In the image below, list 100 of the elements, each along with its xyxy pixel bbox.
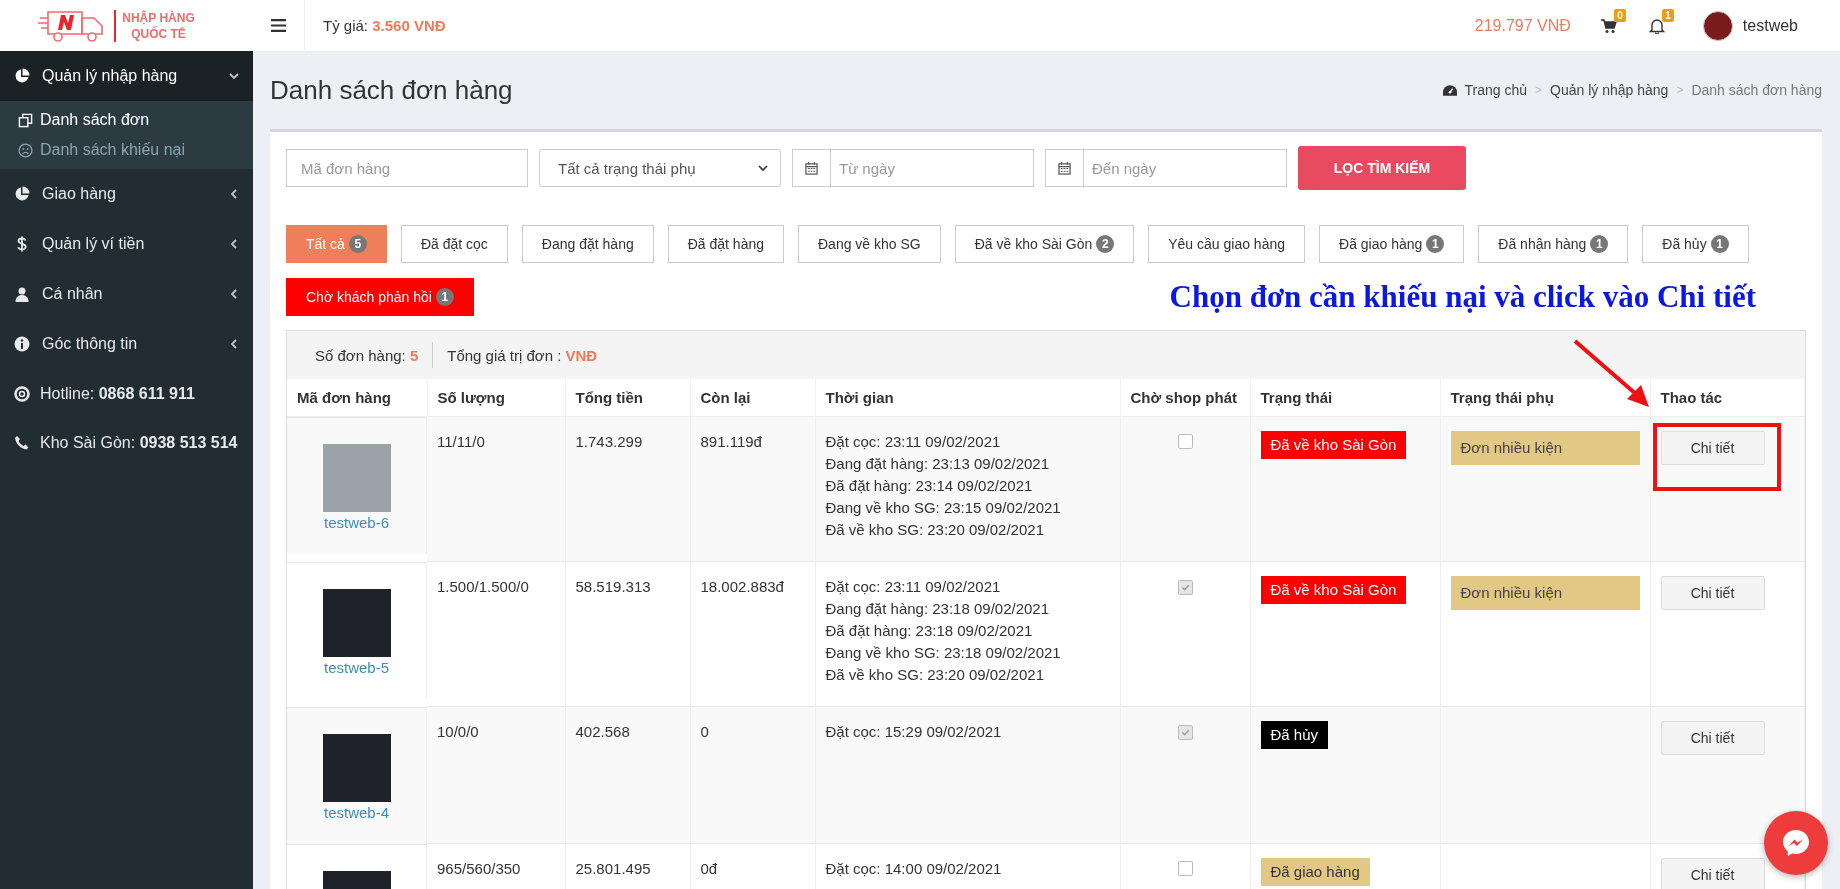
- contact-text: Kho Sài Gòn: 0938 513 514: [40, 433, 238, 452]
- sidebar-menu-item[interactable]: Quản lý ví tiền: [0, 219, 253, 269]
- status-label: Đã về kho Sài Gòn: [1260, 431, 1407, 459]
- date-field[interactable]: Từ ngày: [830, 149, 1034, 187]
- status-filter-tab[interactable]: Đã về kho Sài Gòn 2: [954, 225, 1135, 263]
- timeline-entry: Đặt cọc: 15:29 09/02/2021: [825, 722, 1003, 742]
- copy-icon: [18, 112, 33, 128]
- dashboard-icon: [1442, 84, 1457, 96]
- breadcrumb-link[interactable]: Quản lý nhập hàng: [1550, 82, 1669, 98]
- breadcrumb-separator: >: [1535, 83, 1543, 97]
- sidebar-menu-item[interactable]: Giao hàng: [0, 169, 253, 219]
- column-header: Số lượng: [427, 379, 565, 417]
- detail-button[interactable]: Chi tiết: [1660, 576, 1765, 610]
- chevron-down-icon: [229, 71, 239, 81]
- logo-text: NHẬP HÀNG: [122, 9, 195, 26]
- table-cell: 0đ: [690, 843, 815, 889]
- count-badge: 1: [1662, 8, 1674, 22]
- calendar-button[interactable]: [792, 149, 830, 187]
- status-filter-tab[interactable]: Yêu cầu giao hàng: [1148, 225, 1305, 263]
- status-filter-tab[interactable]: Đã hủy 1: [1642, 225, 1749, 263]
- pie-chart-icon: [14, 68, 30, 84]
- detail-button[interactable]: Chi tiết: [1660, 431, 1765, 465]
- table-cell: 1.743.299: [565, 416, 690, 562]
- status-label: Đã về kho Sài Gòn: [1260, 576, 1407, 604]
- timeline-entry: Đã về kho SG: 23:20 09/02/2021: [825, 665, 1045, 685]
- sidebar-menu-item[interactable]: Góc thông tin: [0, 319, 253, 369]
- status-filter-tab[interactable]: Đã giao hàng 1: [1319, 225, 1465, 263]
- status-filter-tab[interactable]: Đã đặt cọc: [400, 225, 508, 263]
- substatus-label: Đơn nhiều kiện: [1450, 576, 1640, 610]
- phone-icon: [14, 434, 30, 451]
- table-cell: 11/11/0: [427, 416, 565, 562]
- status-filter-tab[interactable]: Chờ khách phản hồi 1: [286, 278, 474, 316]
- timeline-entry: Đặt cọc: 23:11 09/02/2021: [825, 577, 1002, 597]
- avatar[interactable]: [1702, 10, 1733, 41]
- status-filter-tab[interactable]: Đã nhận hàng 1: [1478, 225, 1629, 263]
- menu-icon[interactable]: [271, 0, 305, 51]
- calendar-icon: [805, 161, 818, 175]
- timeline-entry: Đang về kho SG: 23:15 09/02/2021: [825, 498, 1062, 518]
- bell-icon[interactable]: [1648, 17, 1665, 34]
- detail-button[interactable]: Chi tiết: [1660, 721, 1765, 755]
- exchange-rate: Tỷ giá: 3.560 VNĐ: [323, 17, 446, 34]
- timeline-entry: Đã đặt hàng: 23:14 09/02/2021: [825, 476, 1034, 496]
- calendar-button[interactable]: [1045, 149, 1083, 187]
- username[interactable]: testweb: [1742, 16, 1798, 35]
- column-header: Thời gian: [815, 379, 1120, 417]
- table-cell: 891.119đ: [690, 416, 815, 562]
- sidebar-menu-item[interactable]: Quản lý nhập hàng: [0, 51, 253, 101]
- order-code-field[interactable]: Mã đơn hàng: [286, 149, 528, 187]
- sidebar-submenu-item[interactable]: Danh sách khiếu nại: [0, 135, 253, 165]
- checkbox[interactable]: [1177, 580, 1193, 595]
- logo-text: QUỐC TẾ: [131, 25, 186, 42]
- page-title: Danh sách đơn hàng: [270, 74, 513, 106]
- date-field[interactable]: Đến ngày: [1083, 149, 1287, 187]
- sidebar-menu-item[interactable]: Cá nhân: [0, 269, 253, 319]
- sidebar-submenu-item[interactable]: Danh sách đơn: [0, 105, 253, 135]
- status-filter-tab[interactable]: Đang về kho SG: [798, 225, 941, 263]
- order-count: Số đơn hàng: 5: [315, 346, 419, 364]
- chevron-left-icon: [229, 289, 239, 299]
- contact-text: Hotline: 0868 611 911: [40, 384, 195, 403]
- order-total: Tổng giá trị đơn : VNĐ: [447, 346, 598, 364]
- status-filter-tab[interactable]: Đang đặt hàng: [521, 225, 654, 263]
- status-label: Đã hủy: [1260, 721, 1329, 749]
- photo-placeholder: [322, 588, 391, 657]
- breadcrumb-separator: >: [1676, 83, 1684, 97]
- lifebuoy-icon: [14, 385, 30, 402]
- substatus-dropdown[interactable]: Tất cả trạng thái phụ: [539, 149, 781, 187]
- checkbox[interactable]: [1177, 434, 1193, 449]
- order-code-link[interactable]: testweb-5: [323, 656, 389, 679]
- checkbox[interactable]: [1177, 861, 1193, 876]
- substatus-label: Đơn nhiều kiện: [1450, 431, 1640, 465]
- chevron-left-icon: [229, 189, 239, 199]
- breadcrumb-link[interactable]: Trang chủ: [1464, 82, 1528, 98]
- status-filter-tab[interactable]: Tất cả 5: [286, 225, 387, 263]
- table-cell: 965/560/350: [427, 843, 565, 889]
- status-filter-tab[interactable]: Đã đặt hàng: [667, 225, 784, 263]
- order-code-link[interactable]: testweb-6: [323, 512, 389, 534]
- order-code-link[interactable]: testweb-4: [323, 801, 389, 824]
- calendar-icon: [1058, 161, 1071, 175]
- photo-placeholder: [322, 444, 391, 512]
- timeline-entry: Đang đặt hàng: 23:13 09/02/2021: [825, 454, 1051, 474]
- detail-button[interactable]: Chi tiết: [1660, 858, 1765, 889]
- pie-chart-icon: [14, 186, 30, 202]
- timeline-entry: Đang về kho SG: 23:18 09/02/2021: [825, 643, 1062, 663]
- checkmark-icon: [1180, 728, 1190, 737]
- search-button[interactable]: LỌC TÌM KIẾM: [1298, 146, 1466, 190]
- timeline-entry: Đang đặt hàng: 23:18 09/02/2021: [825, 599, 1051, 619]
- column-header: Thao tác: [1650, 379, 1805, 417]
- table-cell: 0: [690, 706, 815, 844]
- cart-icon[interactable]: [1600, 17, 1617, 34]
- checkmark-icon: [1180, 583, 1190, 592]
- timeline-entry: Đã về kho SG: 23:20 09/02/2021: [825, 520, 1045, 540]
- column-header: Chờ shop phát: [1120, 379, 1250, 417]
- chevron-left-icon: [229, 339, 239, 349]
- status-label: Đã giao hàng: [1260, 858, 1370, 886]
- timeline-entry: Đặt cọc: 14:00 09/02/2021: [825, 859, 1003, 879]
- timeline-entry: Đặt cọc: 23:11 09/02/2021: [825, 432, 1002, 452]
- count-badge: 0: [1614, 8, 1626, 22]
- checkbox[interactable]: [1177, 725, 1193, 740]
- chevron-down-icon: [758, 163, 768, 173]
- sad-face-icon: [18, 142, 33, 158]
